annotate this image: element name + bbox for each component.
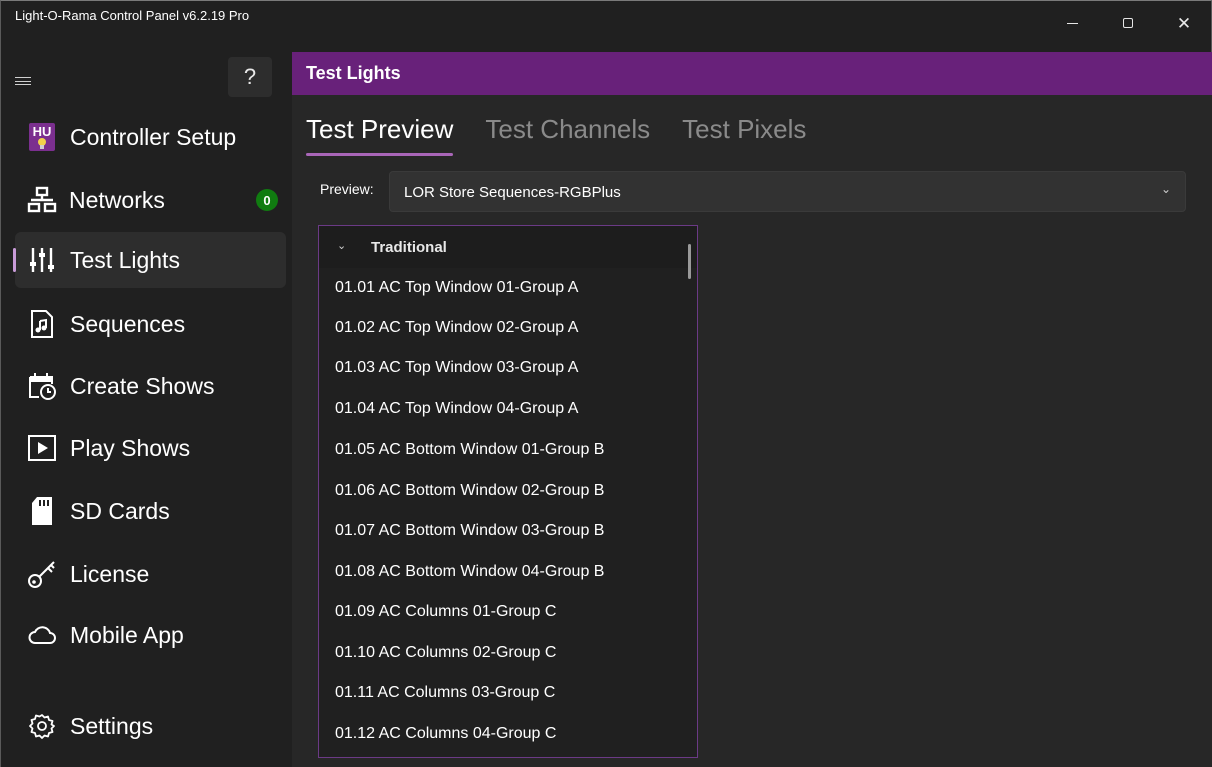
page-header: Test Lights [292,52,1212,95]
list-item[interactable]: 01.05 AC Bottom Window 01-Group B [319,430,689,470]
sidebar-item-networks[interactable]: Networks 0 [15,172,286,228]
list-item-label: 01.12 AC Columns 04-Group C [335,725,557,742]
tab-label: Test Channels [485,114,651,144]
preview-selected-value: LOR Store Sequences-RGBPlus [404,184,621,201]
cloud-icon [27,620,57,650]
sidebar-item-test-lights[interactable]: Test Lights [13,232,286,288]
maximize-icon [1123,18,1133,28]
list-item[interactable]: 01.10 AC Columns 02-Group C [319,633,689,673]
sliders-icon [27,245,57,275]
channel-list[interactable]: ⌄ Traditional 01.01 AC Top Window 01-Gro… [318,225,698,758]
tab-test-pixels[interactable]: Test Pixels [682,109,806,153]
sidebar-item-label: Networks [69,186,165,213]
minimize-button[interactable] [1049,9,1095,37]
chevron-down-icon: ⌄ [1160,182,1171,196]
list-item[interactable]: 01.03 AC Top Window 03-Group A [319,348,689,388]
sidebar-item-label: Create Shows [70,372,215,399]
sidebar-item-settings[interactable]: Settings [15,698,286,754]
tab-test-channels[interactable]: Test Channels [485,109,650,153]
selection-indicator [13,248,16,272]
sidebar-item-create-shows[interactable]: Create Shows [15,358,286,414]
list-item[interactable]: 01.06 AC Bottom Window 02-Group B [319,471,689,511]
group-header-traditional[interactable]: ⌄ Traditional [319,226,697,268]
sidebar-item-license[interactable]: License [15,546,286,602]
svg-text:HU: HU [33,124,52,139]
sidebar-item-label: License [70,560,150,587]
preview-row: Preview: LOR Store Sequences-RGBPlus ⌄ [320,171,1186,212]
tab-label: Test Preview [306,114,454,144]
list-item[interactable]: 01.02 AC Top Window 02-Group A [319,308,689,348]
calendar-clock-icon [27,371,57,401]
title-bar: Light-O-Rama Control Panel v6.2.19 Pro ✕ [0,0,1212,52]
list-item[interactable]: 01.12 AC Columns 04-Group C [319,714,689,754]
tab-bar: Test Preview Test Channels Test Pixels [306,109,838,159]
chevron-down-icon: ⌄ [337,240,347,252]
gear-icon [27,711,57,741]
main-content: Test Lights Test Preview Test Channels T… [292,52,1212,767]
list-item-label: 01.10 AC Columns 02-Group C [335,644,557,661]
list-item-label: 01.03 AC Top Window 03-Group A [335,359,579,376]
list-item[interactable]: 01.11 AC Columns 03-Group C [319,673,689,713]
sidebar-item-sd-cards[interactable]: SD Cards [15,483,286,539]
networks-count-badge: 0 [256,189,278,211]
key-icon [27,559,57,589]
group-label: Traditional [371,239,447,256]
sidebar-item-controller-setup[interactable]: HU Controller Setup [15,109,286,165]
list-item-label: 01.11 AC Columns 03-Group C [335,684,556,701]
minimize-icon [1066,22,1078,24]
sidebar-item-label: Mobile App [70,621,184,648]
list-item[interactable]: 01.08 AC Bottom Window 04-Group B [319,552,689,592]
maximize-button[interactable] [1105,9,1151,37]
preview-label: Preview: [320,181,374,197]
list-item-label: 01.04 AC Top Window 04-Group A [335,400,579,417]
sidebar-item-label: Settings [70,712,154,739]
sidebar-item-play-shows[interactable]: Play Shows [15,420,286,476]
list-item[interactable]: 01.04 AC Top Window 04-Group A [319,389,689,429]
sidebar-item-label: SD Cards [70,497,170,524]
sidebar-item-mobile-app[interactable]: Mobile App [15,607,286,663]
music-file-icon [27,309,57,339]
hardware-utility-icon: HU [27,122,57,152]
sd-card-icon [27,496,57,526]
active-tab-indicator [306,153,454,156]
list-item[interactable]: 01.07 AC Bottom Window 03-Group B [319,511,689,551]
tab-label: Test Pixels [682,114,807,144]
sidebar-item-label: Test Lights [70,246,180,273]
list-item-label: 01.01 AC Top Window 01-Group A [335,279,579,296]
sidebar-item-label: Play Shows [70,434,191,461]
preview-dropdown[interactable]: LOR Store Sequences-RGBPlus ⌄ [389,171,1186,212]
tab-test-preview[interactable]: Test Preview [306,109,454,156]
close-button[interactable]: ✕ [1161,9,1207,37]
list-item-label: 01.02 AC Top Window 02-Group A [335,319,579,336]
list-item-label: 01.08 AC Bottom Window 04-Group B [335,563,605,580]
list-item-label: 01.05 AC Bottom Window 01-Group B [335,441,605,458]
list-item-label: 01.09 AC Columns 01-Group C [335,603,557,620]
play-icon [27,433,57,463]
sidebar-item-label: Sequences [70,310,186,337]
list-item-label: 01.07 AC Bottom Window 03-Group B [335,522,605,539]
window-title: Light-O-Rama Control Panel v6.2.19 Pro [15,8,250,23]
page-title: Test Lights [306,63,401,83]
list-item[interactable]: 01.01 AC Top Window 01-Group A [319,268,689,308]
sidebar-item-sequences[interactable]: Sequences [15,296,286,352]
sidebar-item-label: Controller Setup [70,123,237,150]
close-icon: ✕ [1176,13,1192,33]
sidebar: ? HU Controller Setup Networks 0 Test Li… [0,52,292,767]
list-item[interactable]: 01.09 AC Columns 01-Group C [319,592,689,632]
network-icon [27,185,57,215]
list-item-label: 01.06 AC Bottom Window 02-Group B [335,482,605,499]
hamburger-menu-button[interactable] [15,74,31,88]
help-button[interactable]: ? [228,57,272,97]
